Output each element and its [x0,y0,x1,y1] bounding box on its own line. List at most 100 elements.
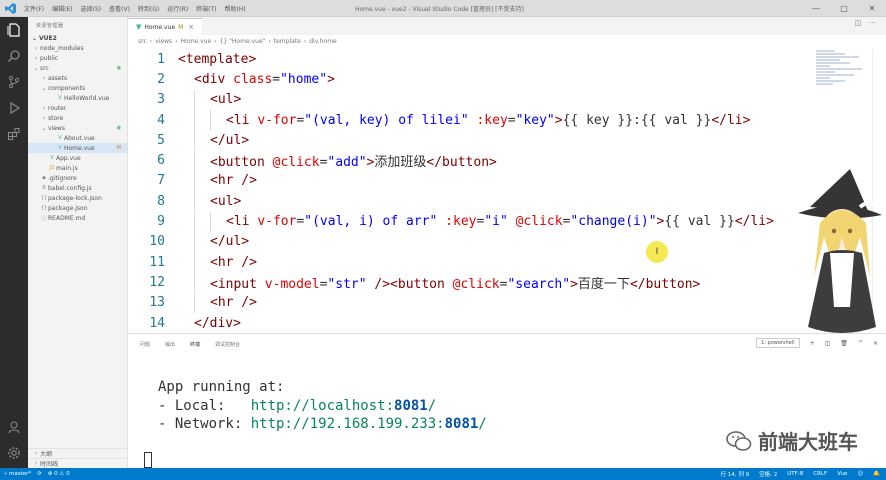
close-tab-icon[interactable]: × [188,23,194,31]
run-debug-icon[interactable] [0,95,28,121]
file-tree-item[interactable]: V About.vue [28,133,127,143]
status-item[interactable]: ⟳ [37,471,42,477]
close-window-button[interactable]: ✕ [858,0,886,17]
watermark-text: 前端大班车 [758,430,858,454]
search-icon[interactable] [0,43,28,69]
breadcrumb-item[interactable]: src [138,38,147,45]
split-editor-icon[interactable]: ◫ [855,19,862,27]
panel-toolbar: 1: powershell + ◫ 🗑 ^ × [756,338,878,348]
file-tree-item[interactable]: ⌄ views ● [28,123,127,133]
explorer-sidebar: 资源管理器 ⌄ VUE2 › node_modules › public ⌄ src ● › a… [28,17,128,468]
menu-item[interactable]: 转到(G) [138,4,159,13]
file-tree-item[interactable]: {} package.json [28,203,127,213]
file-tree-label: components [48,84,86,92]
menu-item[interactable]: 查看(V) [109,4,130,13]
split-terminal-icon[interactable]: ◫ [825,340,831,347]
trash-icon[interactable]: 🗑 [840,340,848,347]
breadcrumb-item[interactable]: {} "Home.vue" [220,38,266,45]
indent-guide [194,252,210,273]
more-actions-icon[interactable]: ··· [869,19,876,27]
terminal-local-port[interactable]: 8081 [394,398,428,414]
workspace-section[interactable]: ⌄ VUE2 [28,33,127,43]
sidebar-bottom-section[interactable]: › 大纲 [28,448,127,458]
chevron-icon: › [34,54,38,62]
maximize-button[interactable]: □ [830,0,858,17]
status-item[interactable]: 行 14, 列 9 [721,470,750,478]
status-bar: ⑂ master* ⟳ ⊗ 0 ⚠ 0 行 14, 列 9 空格: 2 UTF-8 CRL… [0,468,886,480]
menu-item[interactable]: 终端(T) [196,4,216,13]
line-number: 11 [149,254,165,270]
terminal-select[interactable]: 1: powershell [756,338,800,348]
breadcrumb-item[interactable]: Home.vue [181,38,212,45]
source-control-icon[interactable] [0,69,28,95]
terminal-network-url[interactable]: http://192.168.199.233: [251,416,445,432]
menu-item[interactable]: 帮助(H) [224,4,245,13]
menu-item[interactable]: 运行(R) [167,4,188,13]
menu-item[interactable]: 文件(F) [24,4,44,13]
indent-guide [178,212,194,232]
breadcrumb-item[interactable]: views [155,38,172,45]
tab-home-vue[interactable]: ▼ Home.vue M × [128,18,203,35]
file-tree-item[interactable]: › node_modules [28,43,127,53]
add-terminal-icon[interactable]: + [810,340,815,347]
file-tree-item[interactable]: {} package-lock.json [28,193,127,203]
account-icon[interactable] [0,414,28,440]
file-tree-item[interactable]: › store [28,113,127,123]
status-item[interactable]: ☺ [857,471,863,477]
file-tree-item[interactable]: JS main.js [28,163,127,173]
status-item[interactable]: CRLF [813,471,827,477]
menu-item[interactable]: 编辑(E) [52,4,72,13]
file-tree-item[interactable]: ⌄ src ● [28,63,127,73]
status-item[interactable]: ⑂ master* [4,471,31,477]
close-panel-icon[interactable]: × [873,340,878,347]
section-label: 时间线 [40,461,59,468]
file-tree-item[interactable]: V App.vue [28,153,127,163]
status-item[interactable]: 🔔 [873,471,880,477]
minimap[interactable] [816,49,864,109]
wechat-icon [726,430,752,451]
breadcrumb-item[interactable]: div.home [309,38,336,45]
status-item[interactable]: ⊗ 0 ⚠ 0 [48,471,70,477]
settings-gear-icon[interactable] [0,440,28,466]
extensions-icon[interactable] [0,121,28,147]
file-tree-item[interactable]: › router [28,103,127,113]
menu-item[interactable]: 选择(S) [81,4,102,13]
minimize-button[interactable]: — [802,0,830,17]
status-item[interactable]: UTF-8 [787,471,803,477]
mascot-decoration [790,167,886,347]
terminal-local-url[interactable]: http://localhost: [251,398,394,414]
line-number: 5 [157,132,165,148]
explorer-icon[interactable] [0,17,28,43]
file-tree-item[interactable]: ⓘ README.md [28,213,127,223]
terminal-output[interactable]: App running at: - Local: http://localhos… [158,378,487,434]
file-tree-item[interactable]: ◆ .gitignore [28,173,127,183]
panel-tab[interactable]: 问题 [140,341,150,348]
maximize-panel-icon[interactable]: ^ [858,340,863,347]
breadcrumb-item[interactable]: template [274,38,301,45]
panel-tab[interactable]: 调试控制台 [215,341,240,348]
panel-tab[interactable]: 输出 [165,341,175,348]
modified-badge: M [178,23,184,31]
line-number: 10 [149,234,165,250]
code-text: <hr /> [210,295,257,311]
file-tree-item[interactable]: › public [28,53,127,63]
file-tree-item[interactable]: › assets [28,73,127,83]
indent-guide [178,90,194,110]
file-tree-item[interactable]: ⌄ components [28,83,127,93]
code-view[interactable]: 1 <template> 2 <div class="home"> 3 <ul> 4 <li … [128,49,828,331]
line-number: 13 [149,295,165,311]
file-tree-item[interactable]: V HelloWorld.vue [28,93,127,103]
indent-guide [194,272,210,293]
status-item[interactable]: Vue [837,471,847,477]
indent-guide [210,110,226,131]
terminal-network-port[interactable]: 8081 [445,416,479,432]
panel-tab[interactable]: 终端 [190,341,200,348]
code-line: 5 </ul> [128,130,828,151]
code-text: <ul> [210,193,242,209]
file-tree-item[interactable]: V Home.vue M [28,143,127,153]
file-tree-item[interactable]: Bbabel.config.js [28,183,127,193]
watermark: 前端大班车 [726,426,858,455]
line-number: 6 [157,153,165,169]
status-item[interactable]: 空格: 2 [759,470,777,478]
sidebar-bottom-section[interactable]: › 时间线 [28,458,127,468]
